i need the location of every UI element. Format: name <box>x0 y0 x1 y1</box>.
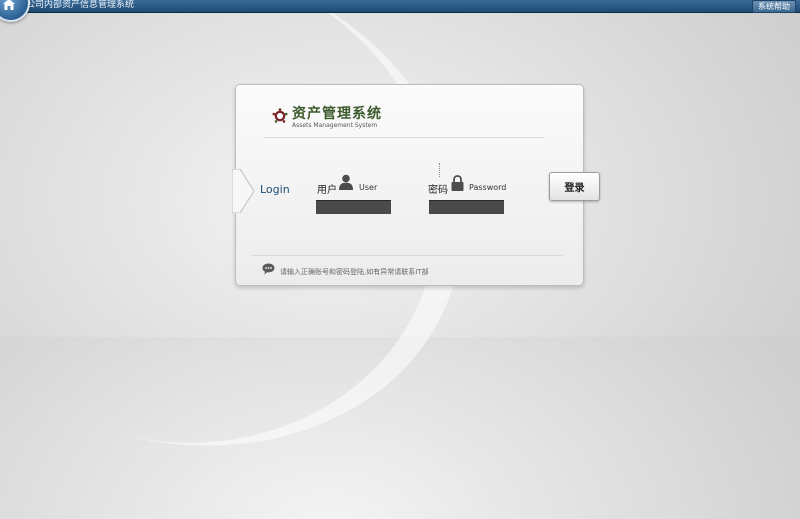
login-panel: 资产管理系统 Assets Management System Login 用户… <box>232 84 584 286</box>
user-sublabel: User <box>359 183 378 192</box>
divider <box>252 255 563 256</box>
divider <box>264 137 545 138</box>
arrow-tab-icon <box>232 169 254 213</box>
chat-bubble-icon <box>262 263 275 275</box>
dotted-separator <box>439 163 442 177</box>
password-label: 密码 <box>428 185 448 196</box>
user-icon <box>339 174 353 190</box>
home-icon <box>3 0 15 10</box>
logo-title: 资产管理系统 <box>292 106 382 122</box>
logo-subtitle: Assets Management System <box>292 122 378 129</box>
password-sublabel: Password <box>469 183 507 192</box>
help-button[interactable]: 系统帮助 <box>752 0 796 13</box>
password-input[interactable] <box>429 200 504 214</box>
lock-icon <box>451 175 464 191</box>
login-label: Login <box>260 183 290 196</box>
login-button[interactable]: 登录 <box>549 172 600 201</box>
title-bar: 公司内部资产信息管理系统 系统帮助 <box>0 0 800 13</box>
login-notice: 请输入正确账号和密码登陆,如有异常请联系IT部 <box>280 268 429 276</box>
app-title: 公司内部资产信息管理系统 <box>26 0 135 10</box>
username-input[interactable] <box>316 200 391 214</box>
user-label: 用户 <box>317 185 337 196</box>
gear-logo-icon <box>272 108 288 123</box>
home-button[interactable] <box>0 0 30 22</box>
